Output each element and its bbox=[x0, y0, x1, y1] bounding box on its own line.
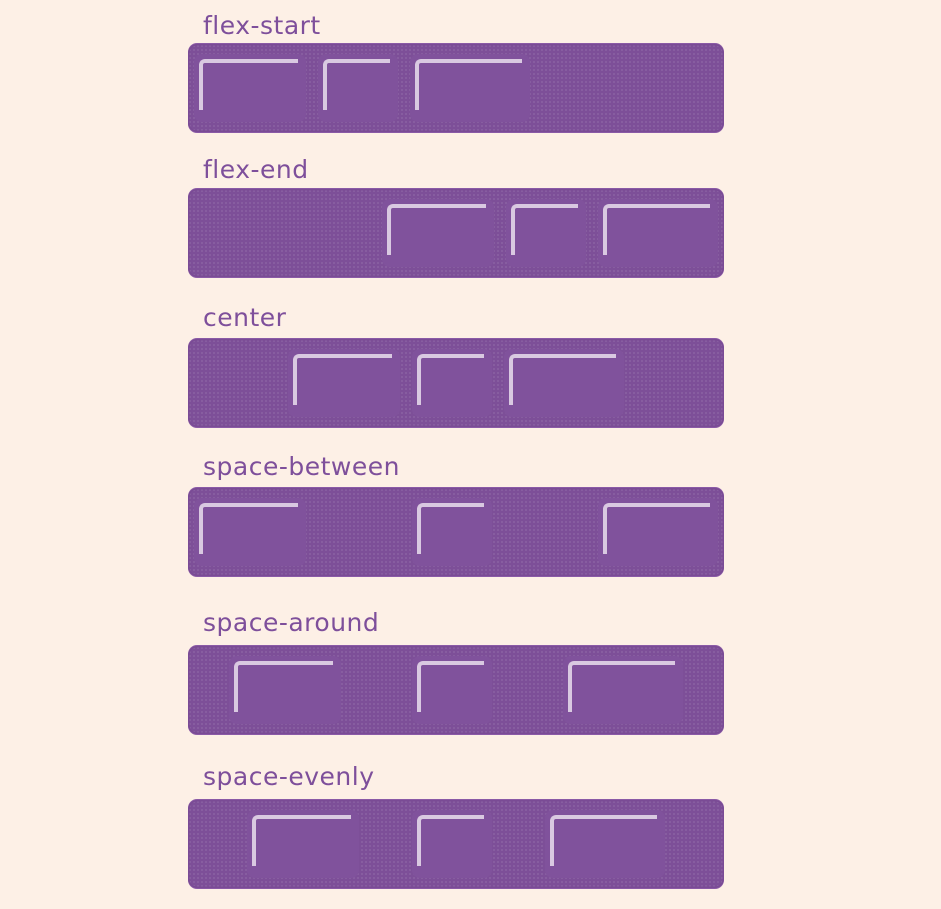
section-label: flex-start bbox=[203, 11, 321, 40]
flex-container bbox=[188, 646, 724, 734]
flex-item-3 bbox=[504, 349, 624, 417]
flex-item-3 bbox=[545, 810, 665, 878]
flex-item-1 bbox=[382, 199, 494, 267]
section-label: space-evenly bbox=[203, 762, 375, 791]
flex-item-2 bbox=[506, 199, 586, 267]
flex-item-3 bbox=[410, 54, 530, 122]
flex-item-2 bbox=[318, 54, 398, 122]
flex-item-1 bbox=[229, 656, 342, 724]
flex-item-1 bbox=[247, 810, 359, 878]
flex-item-1 bbox=[288, 349, 400, 417]
flex-container bbox=[188, 800, 724, 888]
flex-container bbox=[188, 488, 724, 576]
flex-item-2 bbox=[411, 656, 492, 724]
flex-item-1 bbox=[194, 54, 306, 122]
flex-item-2 bbox=[412, 498, 492, 566]
flex-container bbox=[188, 189, 724, 277]
flex-item-3 bbox=[562, 656, 683, 724]
flex-container bbox=[188, 44, 724, 132]
flex-item-2 bbox=[412, 349, 492, 417]
section-label: flex-end bbox=[203, 155, 309, 184]
section-label: space-around bbox=[203, 608, 380, 637]
flex-item-1 bbox=[194, 498, 306, 566]
flex-container bbox=[188, 339, 724, 427]
section-label: center bbox=[203, 303, 287, 332]
section-label: space-between bbox=[203, 452, 400, 481]
flex-item-3 bbox=[598, 498, 718, 566]
flex-item-3 bbox=[598, 199, 718, 267]
flex-item-2 bbox=[412, 810, 492, 878]
